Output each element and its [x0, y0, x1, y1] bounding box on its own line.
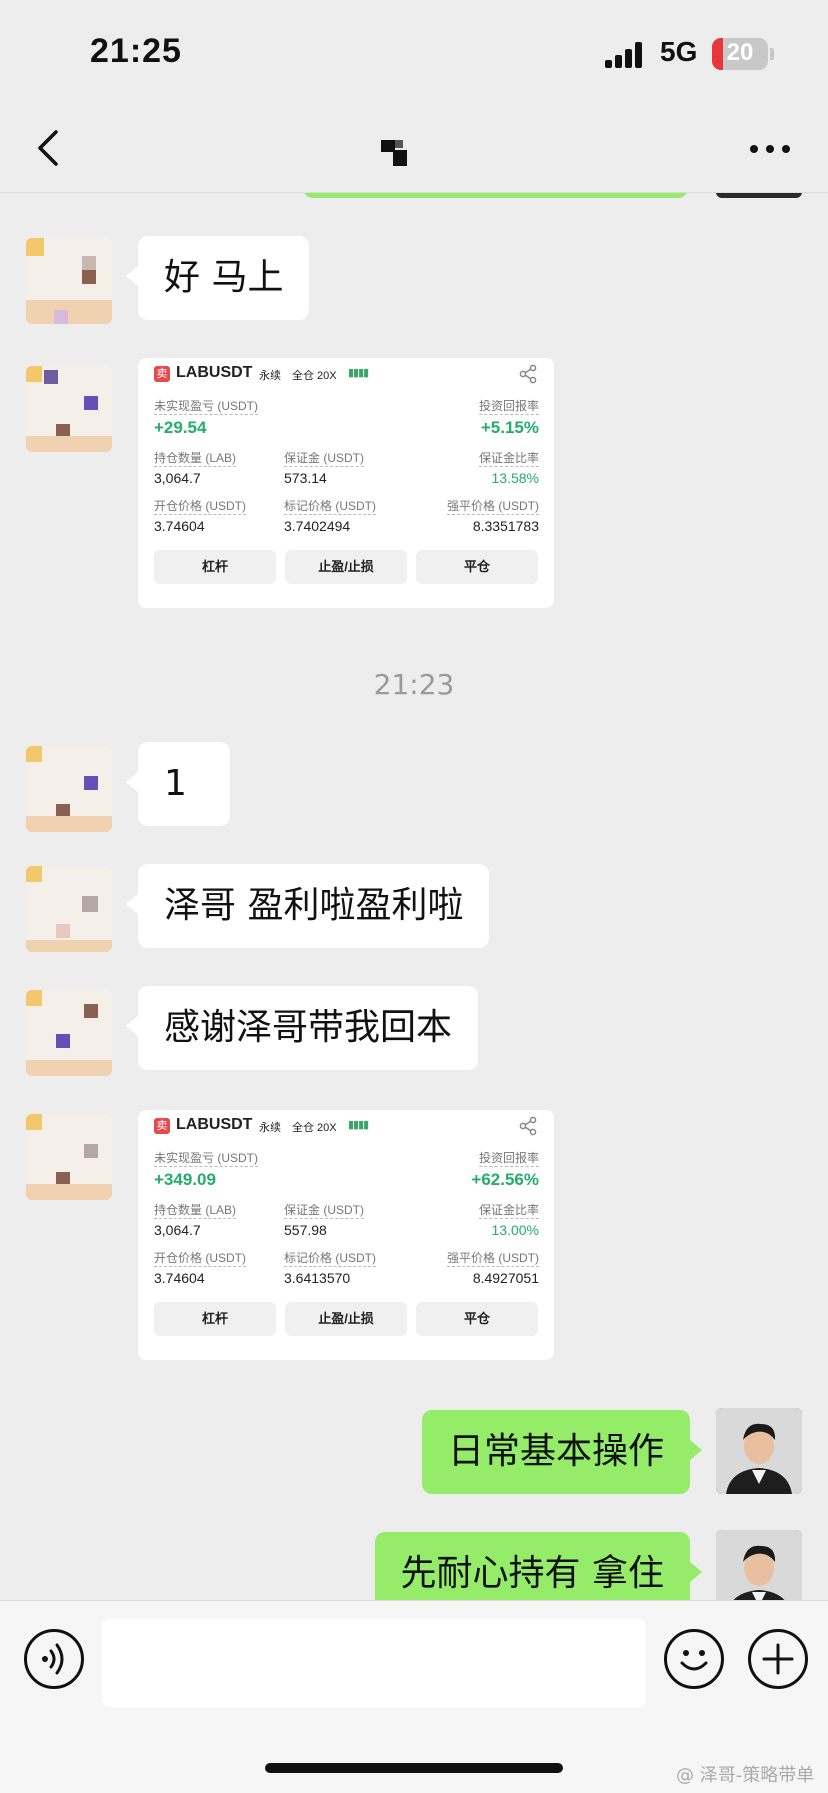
smiley-icon — [680, 1650, 708, 1671]
leverage-bars-icon: ▮▮▮▮ — [348, 1119, 369, 1131]
contract-type: 永续 — [259, 370, 281, 382]
margin-value: 573.14 — [284, 470, 327, 486]
my-avatar[interactable] — [716, 1530, 802, 1600]
battery-cap — [770, 48, 774, 60]
entry-price-value: 3.74604 — [154, 1270, 205, 1286]
back-arrow-icon[interactable] — [30, 128, 70, 168]
contact-avatar-masked[interactable] — [26, 238, 112, 324]
unrealized-pnl-label: 未实现盈亏 (USDT) — [154, 399, 258, 415]
mark-price-value: 3.6413570 — [284, 1270, 351, 1286]
position-qty-value: 3,064.7 — [154, 1222, 201, 1238]
emoji-button[interactable] — [664, 1629, 724, 1689]
leverage-button[interactable]: 杠杆 — [154, 1302, 276, 1336]
sell-tag: 卖 — [154, 366, 170, 382]
contact-avatar-masked[interactable] — [26, 990, 112, 1076]
contract-type: 永续 — [259, 1122, 281, 1134]
roi-label: 投资回报率 — [478, 399, 539, 415]
liq-price-value: 8.4927051 — [472, 1270, 539, 1286]
unrealized-pnl-label: 未实现盈亏 (USDT) — [154, 1151, 258, 1167]
liq-price-value: 8.3351783 — [472, 518, 539, 534]
trading-symbol: LABUSDT — [176, 364, 253, 381]
leverage-bars-icon: ▮▮▮▮ — [348, 367, 369, 379]
tp-sl-button[interactable]: 止盈/止损 — [285, 550, 407, 584]
position-card[interactable]: 卖 LABUSDT 永续 全仓 20X ▮▮▮▮ 未实现盈亏 (USDT) 投资… — [138, 358, 554, 608]
share-icon[interactable] — [518, 1116, 538, 1136]
battery-percent: 20 — [726, 39, 754, 66]
roi-value: +62.56% — [471, 1170, 539, 1189]
my-avatar[interactable] — [716, 1408, 802, 1494]
my-message-bubble[interactable]: 先耐心持有 拿住 — [374, 1532, 703, 1600]
entry-price-label: 开仓价格 (USDT) — [154, 499, 246, 515]
margin-mode: 全仓 20X — [292, 370, 337, 382]
liq-price-label: 强平价格 (USDT) — [447, 1251, 539, 1267]
roi-value: +5.15% — [480, 418, 539, 437]
plus-icon — [762, 1643, 794, 1675]
margin-ratio-label: 保证金比率 — [478, 1203, 539, 1219]
share-icon[interactable] — [518, 364, 538, 384]
status-time: 21:25 — [90, 32, 182, 70]
margin-ratio-value: 13.00% — [491, 1222, 539, 1238]
margin-ratio-value: 13.58% — [491, 470, 539, 486]
margin-label: 保证金 (USDT) — [284, 451, 364, 467]
leverage-button[interactable]: 杠杆 — [154, 550, 276, 584]
position-qty-label: 持仓数量 (LAB) — [154, 1203, 237, 1219]
entry-price-value: 3.74604 — [154, 518, 205, 534]
person-portrait-icon — [716, 1530, 802, 1600]
tp-sl-button[interactable]: 止盈/止损 — [285, 1302, 407, 1336]
margin-ratio-label: 保证金比率 — [478, 451, 539, 467]
my-message-bubble[interactable]: 日常基本操作 — [421, 1410, 703, 1494]
more-functions-button[interactable] — [748, 1629, 808, 1689]
input-bar: @ 泽哥-策略带单 — [0, 1600, 828, 1793]
unrealized-pnl-value: +29.54 — [154, 418, 207, 437]
contact-avatar-masked[interactable] — [26, 866, 112, 952]
roi-label: 投资回报率 — [478, 1151, 539, 1167]
mark-price-value: 3.7402494 — [284, 518, 351, 534]
position-qty-value: 3,064.7 — [154, 470, 201, 486]
close-position-button[interactable]: 平仓 — [416, 1302, 538, 1336]
contact-avatar-masked[interactable] — [26, 1114, 112, 1200]
contact-avatar-masked[interactable] — [26, 746, 112, 832]
chat-header — [0, 110, 828, 193]
margin-label: 保证金 (USDT) — [284, 1203, 364, 1219]
message-bubble[interactable]: 感谢泽哥带我回本 — [125, 986, 479, 1070]
mark-price-label: 标记价格 (USDT) — [284, 1251, 376, 1267]
home-indicator[interactable] — [265, 1763, 563, 1773]
sell-tag: 卖 — [154, 1118, 170, 1134]
cellular-signal-icon — [605, 42, 645, 68]
status-bar: 21:25 5G 20 — [0, 0, 828, 110]
more-options-icon[interactable] — [745, 134, 795, 164]
margin-value: 557.98 — [284, 1222, 327, 1238]
voice-icon — [42, 1643, 64, 1675]
message-input[interactable] — [102, 1619, 646, 1707]
margin-mode: 全仓 20X — [292, 1122, 337, 1134]
close-position-button[interactable]: 平仓 — [416, 550, 538, 584]
message-bubble[interactable]: 1 — [126, 742, 230, 826]
mark-price-label: 标记价格 (USDT) — [284, 499, 376, 515]
watermark-text: @ 泽哥-策略带单 — [676, 1765, 815, 1786]
message-bubble[interactable]: 好 马上 — [125, 236, 310, 320]
person-portrait-icon — [716, 1408, 802, 1494]
network-type: 5G — [660, 36, 698, 67]
message-bubble[interactable]: 泽哥 盈利啦盈利啦 — [125, 864, 490, 948]
position-card[interactable]: 卖 LABUSDT 永续 全仓 20X ▮▮▮▮ 未实现盈亏 (USDT) 投资… — [138, 1110, 554, 1360]
chat-title-masked — [381, 140, 407, 166]
trading-symbol: LABUSDT — [176, 1116, 253, 1133]
position-qty-label: 持仓数量 (LAB) — [154, 451, 237, 467]
contact-avatar-masked[interactable] — [26, 366, 112, 452]
liq-price-label: 强平价格 (USDT) — [447, 499, 539, 515]
battery-icon: 20 — [712, 38, 768, 70]
unrealized-pnl-value: +349.09 — [154, 1170, 216, 1189]
message-timestamp: 21:23 — [373, 668, 455, 701]
voice-input-button[interactable] — [24, 1629, 84, 1689]
message-list[interactable]: 好 马上 卖 LABUSDT 永续 全仓 20X ▮▮▮▮ 未实现盈亏 (USD… — [0, 192, 828, 1600]
entry-price-label: 开仓价格 (USDT) — [154, 1251, 246, 1267]
